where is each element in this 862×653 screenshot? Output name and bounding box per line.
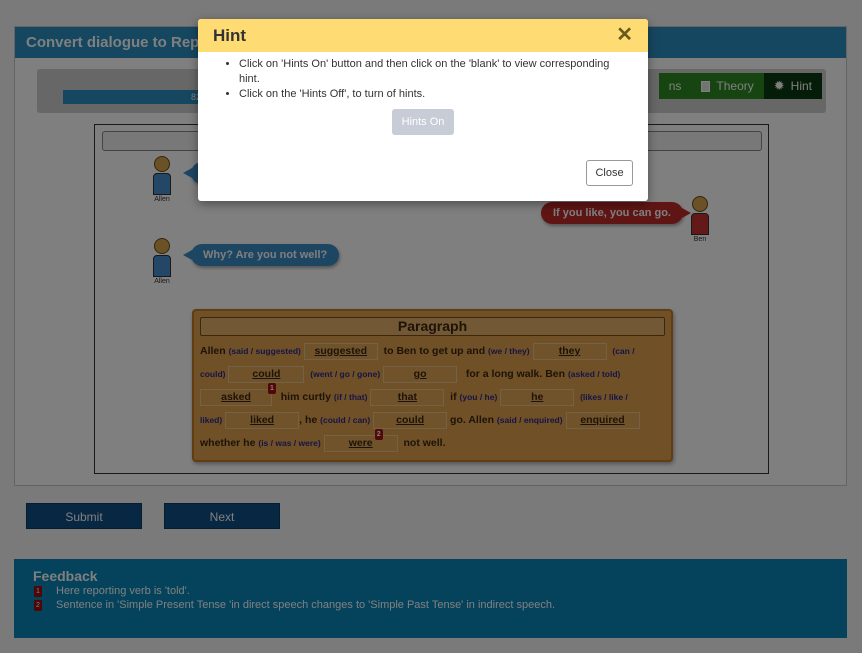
- close-button[interactable]: Close: [586, 160, 633, 186]
- hints-on-button[interactable]: Hints On: [392, 109, 454, 135]
- close-icon[interactable]: ✕: [616, 19, 633, 52]
- hint-instructions: Click on 'Hints On' button and then clic…: [198, 52, 648, 102]
- modal-header: Hint ✕: [198, 19, 648, 52]
- hint-modal: Hint ✕ Click on 'Hints On' button and th…: [198, 19, 648, 201]
- instruction-item: Click on 'Hints On' button and then clic…: [239, 57, 628, 87]
- instruction-item: Click on the 'Hints Off', to turn of hin…: [239, 87, 628, 102]
- modal-title: Hint: [213, 26, 247, 45]
